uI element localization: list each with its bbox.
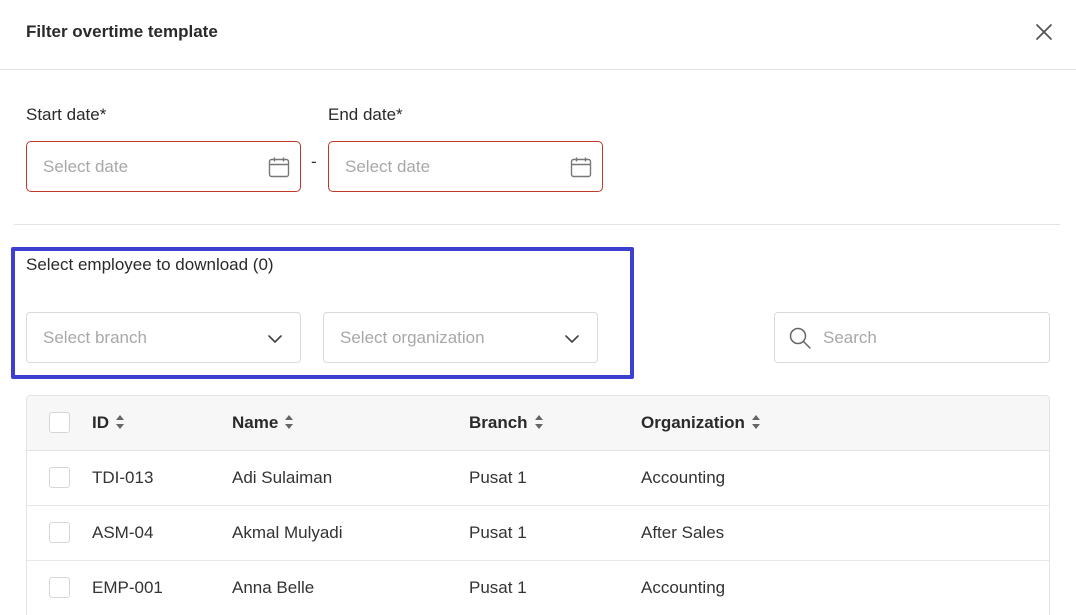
branch-select[interactable]: Select branch (26, 312, 301, 363)
cell-id: EMP-001 (92, 578, 163, 597)
sort-icon[interactable] (114, 412, 126, 432)
column-header-branch[interactable]: Branch (469, 413, 545, 433)
close-icon[interactable] (1032, 20, 1056, 44)
cell-organization: Accounting (641, 578, 726, 597)
column-header-organization[interactable]: Organization (641, 413, 762, 433)
cell-organization: Accounting (641, 468, 726, 487)
organization-select-placeholder: Select organization (340, 328, 485, 347)
cell-id: ASM-04 (92, 523, 154, 542)
modal-title: Filter overtime template (26, 22, 218, 41)
start-date-placeholder: Select date (43, 157, 129, 176)
cell-branch: Pusat 1 (469, 578, 527, 597)
table-row[interactable]: EMP-001 Anna Belle Pusat 1 Accounting (27, 561, 1049, 615)
column-header-label: Name (232, 413, 279, 432)
employee-table: ID Name Branch Organization TDI-013 Adi … (26, 395, 1050, 615)
row-checkbox[interactable] (49, 577, 70, 598)
search-icon (788, 326, 812, 350)
date-range-separator: - (311, 152, 317, 171)
table-row[interactable]: ASM-04 Akmal Mulyadi Pusat 1 After Sales (27, 506, 1049, 561)
column-header-label: Branch (469, 413, 528, 432)
row-checkbox[interactable] (49, 467, 70, 488)
cell-branch: Pusat 1 (469, 468, 527, 487)
cell-organization: After Sales (641, 523, 725, 542)
table-header: ID Name Branch Organization (27, 396, 1049, 451)
cell-id: TDI-013 (92, 468, 154, 487)
search-input[interactable] (823, 325, 1033, 351)
modal-header: Filter overtime template (0, 0, 1076, 70)
organization-select[interactable]: Select organization (323, 312, 598, 363)
sort-icon[interactable] (283, 412, 295, 432)
search-box[interactable] (774, 312, 1050, 363)
row-checkbox[interactable] (49, 522, 70, 543)
cell-branch: Pusat 1 (469, 523, 527, 542)
end-date-label: End date* (328, 105, 403, 124)
chevron-down-icon (563, 330, 581, 348)
column-header-id[interactable]: ID (92, 413, 126, 433)
calendar-icon[interactable] (569, 155, 593, 179)
cell-name: Akmal Mulyadi (232, 523, 343, 542)
select-all-checkbox[interactable] (49, 412, 70, 433)
start-date-label: Start date* (26, 105, 107, 124)
column-header-name[interactable]: Name (232, 413, 295, 433)
cell-name: Anna Belle (232, 578, 315, 597)
end-date-input[interactable]: Select date (328, 141, 603, 192)
column-header-label: ID (92, 413, 109, 432)
end-date-placeholder: Select date (345, 157, 431, 176)
cell-name: Adi Sulaiman (232, 468, 333, 487)
select-employee-label: Select employee to download (0) (26, 255, 274, 274)
column-header-label: Organization (641, 413, 745, 432)
sort-icon[interactable] (533, 412, 545, 432)
sort-icon[interactable] (750, 412, 762, 432)
start-date-input[interactable]: Select date (26, 141, 301, 192)
table-row[interactable]: TDI-013 Adi Sulaiman Pusat 1 Accounting (27, 451, 1049, 506)
chevron-down-icon (266, 330, 284, 348)
section-divider (14, 224, 1060, 225)
calendar-icon[interactable] (267, 155, 291, 179)
branch-select-placeholder: Select branch (43, 328, 147, 347)
